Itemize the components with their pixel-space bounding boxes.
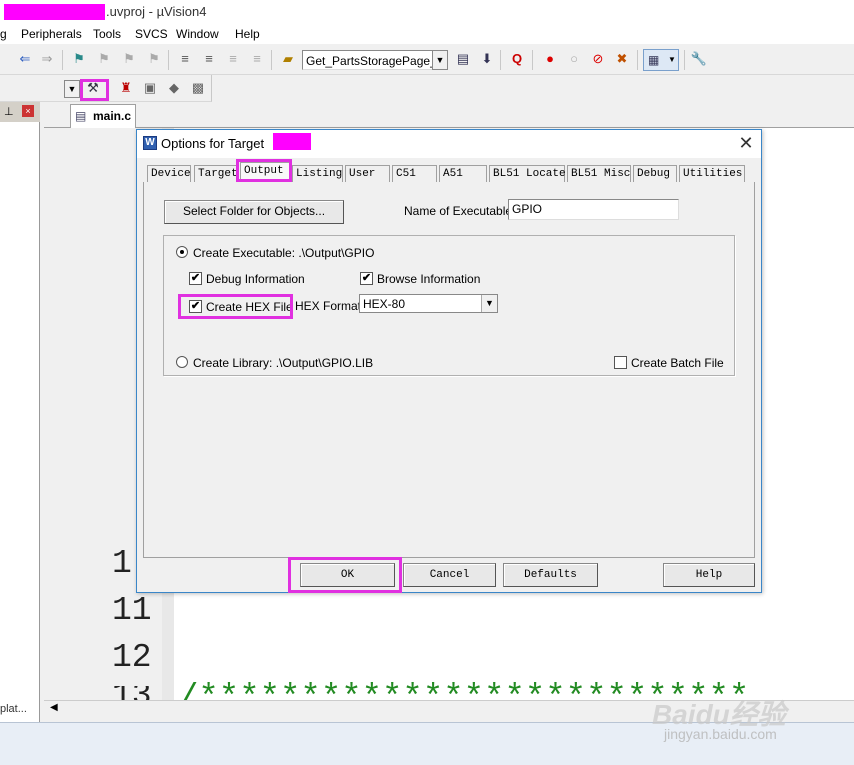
create-batch-label: Create Batch File <box>631 356 724 370</box>
tab-bl51-misc[interactable]: BL51 Misc <box>567 165 631 182</box>
project-panel-header: ⊥ × <box>0 102 40 122</box>
menu-item-help[interactable]: Help <box>235 27 260 41</box>
highlight-create-hex <box>178 294 293 319</box>
find-icon[interactable]: ▤ <box>454 50 472 68</box>
pin-icon[interactable]: ⊥ <box>4 105 14 118</box>
menu-item-svcs[interactable]: SVCS <box>135 27 168 41</box>
create-executable-label: Create Executable: .\Output\GPIO <box>193 246 375 260</box>
highlight-output-tab <box>236 159 292 182</box>
line-number: 11 <box>112 592 152 629</box>
create-executable-radio[interactable] <box>176 246 188 258</box>
debug-info-checkbox[interactable]: ✔ <box>189 272 202 285</box>
templates-tab[interactable]: plat... <box>0 703 27 715</box>
manage-components-icon[interactable]: ♜ <box>117 79 135 97</box>
window-layout-button[interactable]: ▦ ▼ <box>643 49 679 71</box>
unindent-icon[interactable]: ≡ <box>200 50 218 68</box>
disable-all-breakpoints-icon[interactable]: ⊘ <box>589 50 607 68</box>
tab-main-c[interactable]: ▤ main.c <box>70 104 136 128</box>
uvision-icon: W <box>143 136 157 150</box>
hex-format-select[interactable]: HEX-80 ▼ <box>359 294 498 313</box>
menu-item-tools[interactable]: Tools <box>93 27 121 41</box>
cancel-button[interactable]: Cancel <box>403 563 496 587</box>
tab-debug[interactable]: Debug <box>633 165 677 182</box>
indent-icon[interactable]: ≡ <box>176 50 194 68</box>
browse-info-checkbox[interactable]: ✔ <box>360 272 373 285</box>
window-icon: ▦ <box>648 53 660 67</box>
next-bookmark-icon[interactable]: ⚑ <box>120 50 138 68</box>
highlight-ok-button <box>288 557 402 593</box>
select-folder-button[interactable]: Select Folder for Objects... <box>164 200 344 224</box>
create-library-label: Create Library: .\Output\GPIO.LIB <box>193 356 374 370</box>
line-number: 13 <box>112 686 152 700</box>
tab-device[interactable]: Device <box>147 165 191 182</box>
defaults-button[interactable]: Defaults <box>503 563 598 587</box>
window-title: .uvproj - µVision4 <box>106 4 207 19</box>
tab-c51[interactable]: C51 <box>392 165 437 182</box>
close-icon[interactable]: × <box>22 105 34 117</box>
redacted-project-name <box>4 4 105 20</box>
file-extensions-icon[interactable]: ▣ <box>141 79 159 97</box>
help-button[interactable]: Help <box>663 563 755 587</box>
chevron-down-icon[interactable]: ▼ <box>432 50 448 70</box>
debug-info-label: Debug Information <box>206 272 305 286</box>
tab-utilities[interactable]: Utilities <box>679 165 745 182</box>
dialog-title: Options for Target <box>161 136 265 151</box>
incremental-find-icon[interactable]: ⬇ <box>478 50 496 68</box>
forward-arrow-icon[interactable]: ⇒ <box>38 50 56 68</box>
chevron-down-icon: ▼ <box>481 295 497 312</box>
uncomment-icon[interactable]: ≡ <box>248 50 266 68</box>
batch-build-icon[interactable]: ▩ <box>189 79 207 97</box>
title-bar: .uvproj - µVision4 <box>0 0 854 24</box>
debug-session-icon[interactable]: Q <box>508 50 526 68</box>
tab-target[interactable]: Target <box>194 165 238 182</box>
hex-format-label: HEX Format: <box>295 299 365 313</box>
dialog-titlebar: W Options for Target ✕ <box>137 130 761 158</box>
project-panel <box>0 102 40 722</box>
tab-bl51-locate[interactable]: BL51 Locate <box>489 165 566 182</box>
tab-listing[interactable]: Listing <box>292 165 343 182</box>
menu-item-peripherals[interactable]: Peripherals <box>21 27 82 41</box>
configure-wrench-icon[interactable]: 🔧 <box>690 50 708 68</box>
scroll-left-icon[interactable]: ◀ <box>50 702 58 713</box>
executable-name-input[interactable]: GPIO <box>508 199 679 220</box>
clear-bookmarks-icon[interactable]: ⚑ <box>145 50 163 68</box>
target-dropdown[interactable]: Get_PartsStoragePage_H <box>302 50 434 70</box>
main-toolbar: ⇐ ⇒ ⚑ ⚑ ⚑ ⚑ ≡ ≡ ≡ ≡ ▰ Get_PartsStoragePa… <box>0 45 854 75</box>
file-icon: ▤ <box>75 109 87 123</box>
name-executable-label: Name of Executable: <box>404 204 516 218</box>
find-in-files-icon[interactable]: ▰ <box>279 50 297 68</box>
browse-info-label: Browse Information <box>377 272 481 286</box>
options-dialog: W Options for Target ✕ Device Target Out… <box>136 129 762 593</box>
tab-user[interactable]: User <box>345 165 390 182</box>
breakpoint-icon[interactable]: ● <box>541 50 559 68</box>
menu-bar: g Peripherals Tools SVCS Window Help <box>0 24 854 44</box>
create-library-radio[interactable] <box>176 356 188 368</box>
prev-bookmark-icon[interactable]: ⚑ <box>95 50 113 68</box>
menu-item-window[interactable]: Window <box>176 27 219 41</box>
comment-icon[interactable]: ≡ <box>224 50 242 68</box>
close-icon[interactable]: ✕ <box>735 132 757 154</box>
chevron-down-icon[interactable]: ▼ <box>64 80 80 98</box>
line-number: 12 <box>112 639 152 676</box>
select-device-icon[interactable]: ◆ <box>165 79 183 97</box>
chevron-down-icon: ▼ <box>668 55 676 64</box>
back-arrow-icon[interactable]: ⇐ <box>16 50 34 68</box>
tab-main-c-label: main.c <box>93 109 132 123</box>
bookmark-icon[interactable]: ⚑ <box>70 50 88 68</box>
create-batch-checkbox[interactable] <box>614 356 627 369</box>
menu-item-debug[interactable]: g <box>0 27 7 41</box>
redacted-target-name <box>273 133 311 150</box>
disable-breakpoint-icon[interactable]: ○ <box>565 50 583 68</box>
tab-a51[interactable]: A51 <box>439 165 487 182</box>
line-number: 1 <box>112 545 132 582</box>
kill-breakpoints-icon[interactable]: ✖ <box>613 50 631 68</box>
watermark-url: jingyan.baidu.com <box>664 726 777 742</box>
hex-format-value: HEX-80 <box>363 297 406 311</box>
highlight-target-options <box>80 79 109 101</box>
editor-tabstrip <box>44 102 854 128</box>
